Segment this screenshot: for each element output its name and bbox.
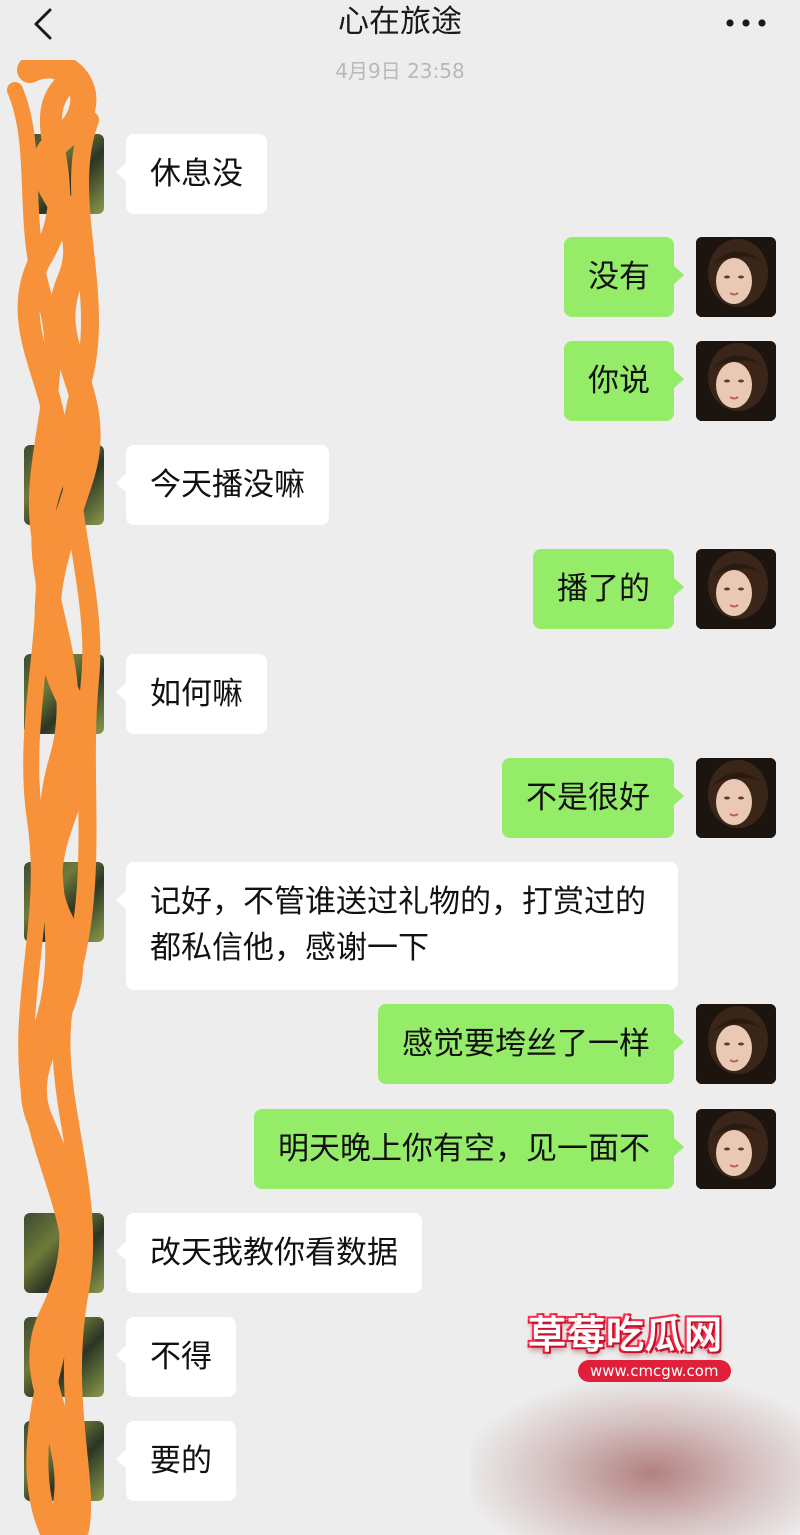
contact-avatar[interactable]: [24, 445, 104, 525]
contact-avatar[interactable]: [24, 134, 104, 214]
bubble-tail: [673, 369, 684, 389]
portrait-image: [696, 237, 776, 317]
message-bubble[interactable]: 你说: [564, 341, 674, 421]
bubble-tail: [673, 265, 684, 285]
message-row: 你说: [0, 341, 800, 421]
bubble-tail: [673, 1137, 684, 1157]
chat-header: 心在旅途: [0, 0, 800, 52]
message-row: 没有: [0, 237, 800, 317]
message-bubble[interactable]: 记好，不管谁送过礼物的，打赏过的都私信他，感谢一下: [126, 862, 678, 990]
self-avatar[interactable]: [696, 1109, 776, 1189]
message-row: 今天播没嘛: [0, 445, 800, 525]
message-bubble[interactable]: 休息没: [126, 134, 267, 214]
contact-avatar[interactable]: [24, 862, 104, 942]
portrait-image: [696, 341, 776, 421]
message-bubble[interactable]: 没有: [564, 237, 674, 317]
message-row: 记好，不管谁送过礼物的，打赏过的都私信他，感谢一下: [0, 862, 800, 990]
contact-avatar[interactable]: [24, 1213, 104, 1293]
message-row: 明天晚上你有空，见一面不: [0, 1109, 800, 1189]
message-row: 不是很好: [0, 758, 800, 838]
message-timestamp: 4月9日 23:58: [335, 59, 465, 83]
message-bubble[interactable]: 如何嘛: [126, 654, 267, 734]
watermark-url: www.cmcgw.com: [578, 1360, 731, 1382]
bubble-tail: [673, 786, 684, 806]
self-avatar[interactable]: [696, 1004, 776, 1084]
message-row: 改天我教你看数据: [0, 1213, 800, 1293]
message-row: 休息没: [0, 134, 800, 214]
message-bubble[interactable]: 不是很好: [502, 758, 674, 838]
message-bubble[interactable]: 今天播没嘛: [126, 445, 329, 525]
message-bubble[interactable]: 感觉要垮丝了一样: [378, 1004, 674, 1084]
message-bubble[interactable]: 改天我教你看数据: [126, 1213, 422, 1293]
message-row: 如何嘛: [0, 654, 800, 734]
self-avatar[interactable]: [696, 758, 776, 838]
message-bubble[interactable]: 明天晚上你有空，见一面不: [254, 1109, 674, 1189]
more-button[interactable]: [722, 8, 770, 38]
portrait-image: [696, 758, 776, 838]
message-bubble[interactable]: 播了的: [533, 549, 674, 629]
message-bubble[interactable]: 不得: [126, 1317, 236, 1397]
portrait-image: [696, 549, 776, 629]
watermark-title: 草莓吃瓜网: [528, 1313, 724, 1357]
chat-screen: 心在旅途 4月9日 23:58 休息没 没有 你说 今天播没嘛 播了的 如何嘛 …: [0, 0, 800, 1535]
message-row: 感觉要垮丝了一样: [0, 1004, 800, 1084]
self-avatar[interactable]: [696, 237, 776, 317]
portrait-image: [696, 1109, 776, 1189]
bubble-tail: [673, 577, 684, 597]
message-row: 播了的: [0, 549, 800, 629]
self-avatar[interactable]: [696, 549, 776, 629]
contact-avatar[interactable]: [24, 1317, 104, 1397]
portrait-image: [696, 1004, 776, 1084]
site-watermark: 草莓吃瓜网 www.cmcgw.com: [510, 1296, 780, 1406]
contact-avatar[interactable]: [24, 1421, 104, 1501]
self-avatar[interactable]: [696, 341, 776, 421]
chat-title: 心在旅途: [338, 4, 462, 40]
message-bubble[interactable]: 要的: [126, 1421, 236, 1501]
bubble-tail: [673, 1032, 684, 1052]
contact-avatar[interactable]: [24, 654, 104, 734]
more-dots-icon: [726, 19, 766, 27]
